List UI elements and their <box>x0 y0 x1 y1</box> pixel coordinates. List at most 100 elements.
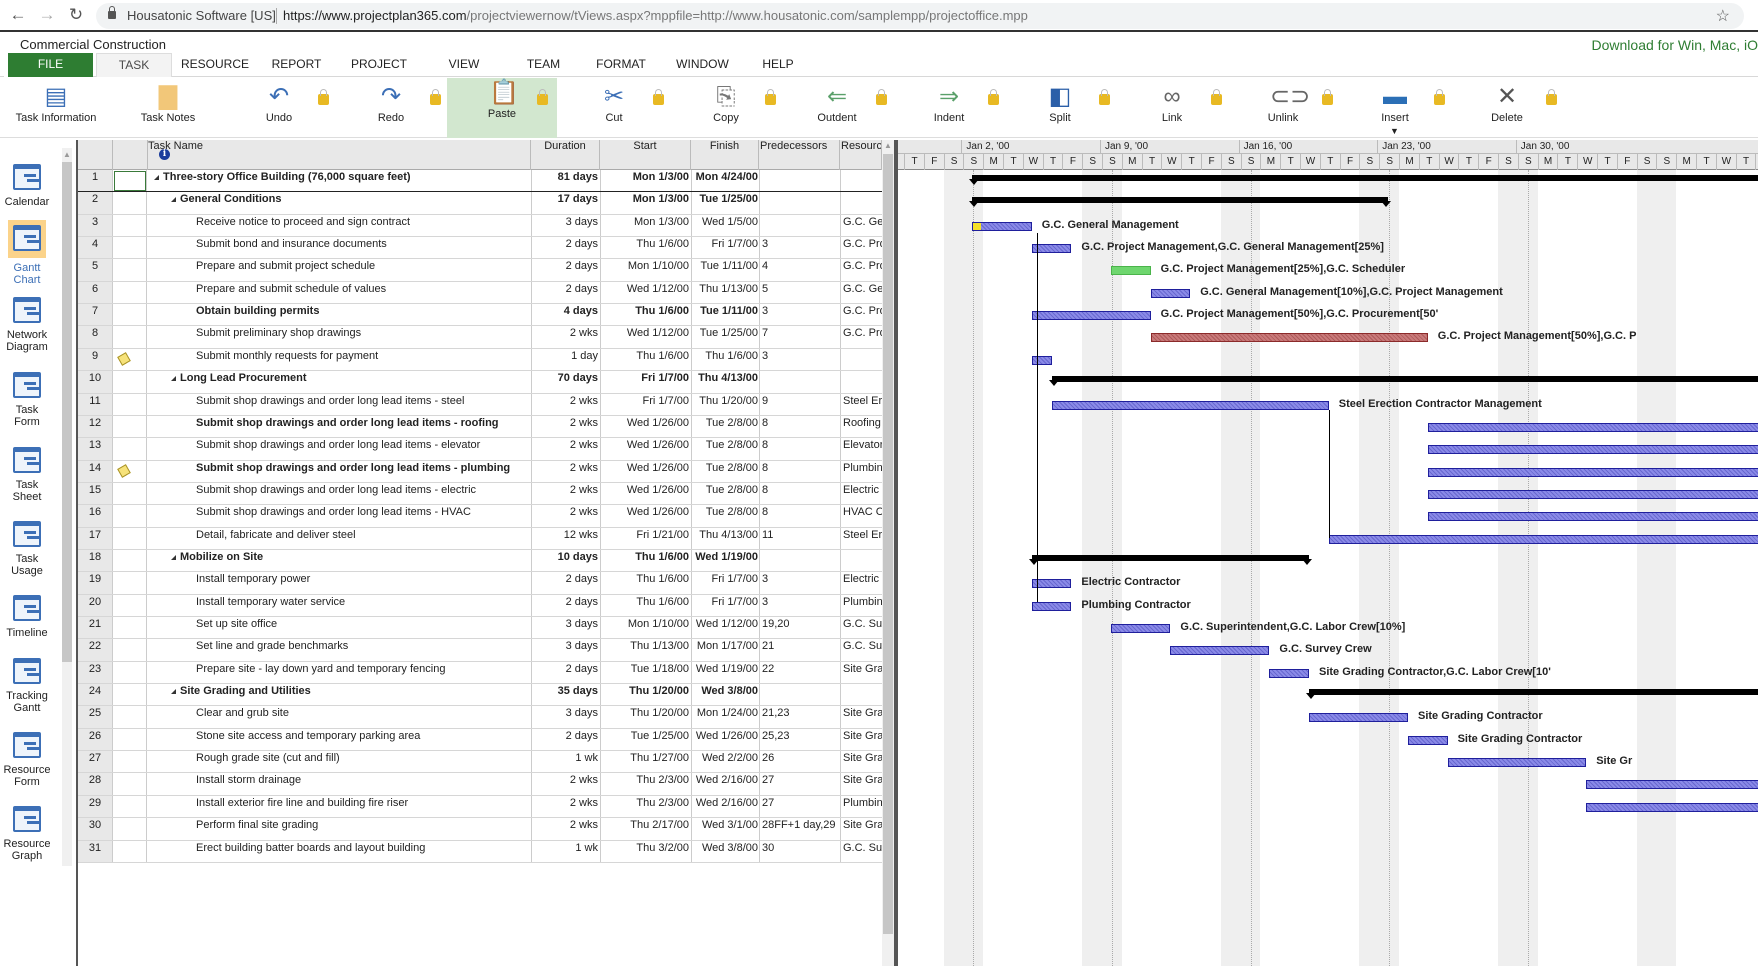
table-row[interactable]: 2 General Conditions 17 days Mon 1/3/00 Tue … <box>78 192 882 215</box>
scrollbar-thumb[interactable] <box>62 162 72 662</box>
row-number[interactable]: 26 <box>78 728 113 751</box>
forward-arrow-icon[interactable]: → <box>37 5 57 25</box>
back-arrow-icon[interactable]: ← <box>8 5 28 25</box>
start-cell[interactable]: Fri 1/7/00 <box>600 393 691 415</box>
row-number[interactable]: 14 <box>78 460 113 482</box>
task-name-cell[interactable]: Prepare and submit project schedule <box>148 260 531 272</box>
task-name-cell[interactable]: Clear and grub site <box>148 707 531 719</box>
start-cell[interactable]: Thu 1/6/00 <box>600 304 691 326</box>
row-number[interactable]: 12 <box>78 415 113 438</box>
predecessors-cell[interactable]: 21,23 <box>759 706 840 728</box>
row-number[interactable]: 21 <box>78 617 113 639</box>
start-cell[interactable]: Wed 1/26/00 <box>600 505 691 527</box>
finish-cell[interactable]: Wed 3/8/00 <box>691 840 759 862</box>
row-number[interactable]: 27 <box>78 751 113 773</box>
start-cell[interactable]: Tue 1/25/00 <box>600 728 691 751</box>
finish-cell[interactable]: Wed 1/19/00 <box>691 549 759 572</box>
table-row[interactable]: 27 Rough grade site (cut and fill) 1 wk Thu… <box>78 751 882 774</box>
indent-button[interactable]: ⇒ Indent <box>920 78 978 138</box>
row-number[interactable]: 9 <box>78 348 113 371</box>
predecessors-cell[interactable]: 8 <box>759 415 840 438</box>
header-task-name[interactable]: Task Name <box>148 140 531 170</box>
start-cell[interactable]: Wed 1/26/00 <box>600 460 691 482</box>
row-number[interactable]: 28 <box>78 773 113 795</box>
resource-cell[interactable]: Site Grad <box>840 773 882 795</box>
predecessors-cell[interactable]: 3 <box>759 348 840 371</box>
finish-cell[interactable]: Wed 1/26/00 <box>691 728 759 751</box>
resource-cell[interactable]: Electric C <box>840 482 882 505</box>
task-bar[interactable] <box>1269 668 1309 678</box>
view-task-usage[interactable]: Task Usage <box>0 521 54 577</box>
finish-cell[interactable]: Tue 1/11/00 <box>691 259 759 281</box>
predecessors-cell[interactable] <box>759 549 840 572</box>
finish-cell[interactable]: Fri 1/7/00 <box>691 237 759 259</box>
duration-cell[interactable]: 2 wks <box>531 460 600 482</box>
finish-cell[interactable]: Thu 1/6/00 <box>691 348 759 371</box>
start-cell[interactable]: Tue 1/18/00 <box>600 661 691 684</box>
indicator-cell[interactable] <box>113 281 147 304</box>
row-number[interactable]: 24 <box>78 684 113 706</box>
header-start[interactable]: Start <box>600 140 691 170</box>
start-cell[interactable]: Fri 1/7/00 <box>600 371 691 393</box>
table-row[interactable]: 15 Submit shop drawings and order long le… <box>78 482 882 506</box>
duration-cell[interactable]: 3 days <box>531 639 600 661</box>
row-number[interactable]: 10 <box>78 371 113 393</box>
header-resource[interactable]: Resource <box>840 140 882 170</box>
resource-cell[interactable]: Site Grad <box>840 728 882 751</box>
resource-cell[interactable]: Steel Ere <box>840 393 882 415</box>
predecessors-cell[interactable]: 27 <box>759 795 840 818</box>
table-row[interactable]: 9 Submit monthly requests for payment 1 da… <box>78 348 882 372</box>
task-bar[interactable] <box>1031 601 1072 611</box>
task-name-cell[interactable]: Three-story Office Building (76,000 squa… <box>148 171 531 183</box>
task-name-cell[interactable]: Stone site access and temporary parking … <box>148 730 531 742</box>
outdent-button[interactable]: ⇐ Outdent <box>808 78 866 138</box>
finish-cell[interactable]: Thu 1/20/00 <box>691 393 759 415</box>
start-cell[interactable]: Thu 2/17/00 <box>600 818 691 840</box>
task-name-cell[interactable]: Perform final site grading <box>148 819 531 831</box>
predecessors-cell[interactable]: 3 <box>759 237 840 259</box>
row-number[interactable]: 29 <box>78 795 113 818</box>
header-indicators[interactable]: i <box>113 140 170 170</box>
unlink-button[interactable]: ⊂⊃ Unlink <box>1254 78 1312 138</box>
predecessors-cell[interactable] <box>759 214 840 237</box>
duration-cell[interactable]: 3 days <box>531 617 600 639</box>
finish-cell[interactable]: Wed 3/1/00 <box>691 818 759 840</box>
start-cell[interactable]: Thu 1/6/00 <box>600 572 691 594</box>
row-number[interactable]: 25 <box>78 706 113 728</box>
row-number[interactable]: 11 <box>78 393 113 415</box>
view-gantt-chart[interactable]: Gantt Chart <box>0 220 54 286</box>
duration-cell[interactable]: 2 wks <box>531 415 600 438</box>
indicator-cell[interactable] <box>113 304 147 326</box>
task-name-cell[interactable]: Prepare site - lay down yard and tempora… <box>148 663 531 675</box>
grid-scrollbar[interactable]: ▲ <box>882 140 894 966</box>
undo-button[interactable]: ↶ Undo <box>250 78 308 138</box>
menu-task[interactable]: TASK <box>96 53 172 77</box>
row-number[interactable]: 20 <box>78 594 113 617</box>
finish-cell[interactable]: Tue 1/25/00 <box>691 192 759 214</box>
table-row[interactable]: 7 Obtain building permits 4 days Thu 1/6/00… <box>78 304 882 327</box>
table-row[interactable]: 29 Install exterior fire line and buildin… <box>78 795 882 819</box>
task-notes-button[interactable]: ▇ Task Notes <box>128 78 208 138</box>
resource-cell[interactable] <box>840 549 882 572</box>
indicator-cell[interactable] <box>113 795 147 818</box>
task-bar[interactable] <box>1031 355 1052 365</box>
url-text[interactable]: https://www.projectplan365.com/projectvi… <box>283 8 1028 23</box>
view-task-sheet[interactable]: Task Sheet <box>0 447 54 503</box>
task-name-cell[interactable]: Erect building batter boards and layout … <box>148 842 531 854</box>
task-name-cell[interactable]: Install exterior fire line and building … <box>148 797 531 809</box>
task-information-button[interactable]: ▤ Task Information <box>10 78 102 138</box>
row-number[interactable]: 4 <box>78 237 113 259</box>
finish-cell[interactable]: Mon 4/24/00 <box>691 170 759 192</box>
reload-icon[interactable]: ↻ <box>66 5 86 25</box>
predecessors-cell[interactable]: 8 <box>759 438 840 460</box>
start-cell[interactable]: Thu 1/6/00 <box>600 237 691 259</box>
task-bar[interactable] <box>1150 333 1428 343</box>
finish-cell[interactable]: Thu 4/13/00 <box>691 371 759 393</box>
duration-cell[interactable]: 2 days <box>531 281 600 304</box>
task-name-cell[interactable]: General Conditions <box>148 193 531 205</box>
summary-bar[interactable] <box>1028 554 1313 565</box>
menu-team[interactable]: TEAM <box>505 53 582 77</box>
table-row[interactable]: 14 Submit shop drawings and order long le… <box>78 460 882 483</box>
predecessors-cell[interactable]: 3 <box>759 304 840 326</box>
table-row[interactable]: 30 Perform final site grading 2 wks Thu 2/1… <box>78 818 882 841</box>
